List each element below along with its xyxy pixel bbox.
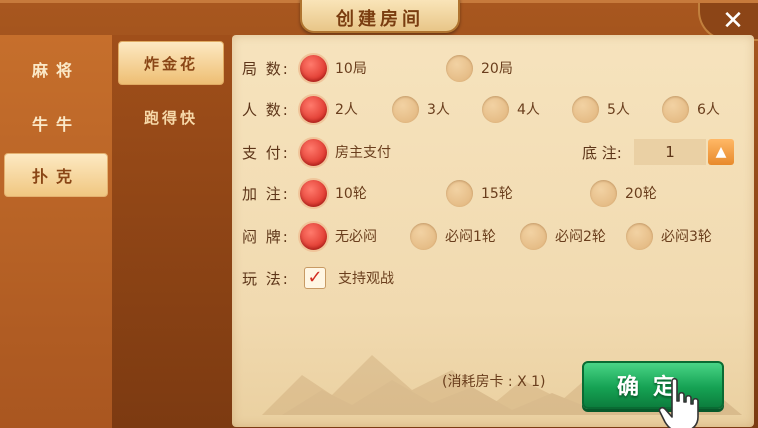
payment-label: 支 付: (242, 143, 290, 162)
option-label: 20轮 (625, 186, 657, 202)
option-label: 5人 (607, 102, 630, 118)
blind-option-2[interactable]: 必闷2轮 (520, 221, 606, 251)
option-label: 10局 (335, 61, 367, 77)
spectate-checkbox-option[interactable]: ✓ 支持观战 (304, 263, 394, 293)
dialog-title: 创建房间 (336, 9, 424, 30)
radio-icon (520, 222, 547, 250)
option-label: 房主支付 (335, 145, 391, 161)
raise-row: 加 注: 10轮 15轮 20轮 (242, 178, 742, 208)
option-label: 6人 (697, 102, 720, 118)
close-icon: ✕ (722, 6, 744, 36)
payment-row: 支 付: 房主支付 底 注: 1 ▲ (242, 137, 742, 167)
raise-option-10[interactable]: 10轮 (300, 178, 367, 208)
category-niuniu[interactable]: 牛牛 (4, 101, 108, 145)
option-label: 4人 (517, 102, 540, 118)
dialog-frame: 创建房间 ✕ 麻将 牛牛 扑克 炸金花 跑得快 局 数: 10局 20局 人 数… (0, 0, 758, 428)
chevron-up-icon: ▲ (715, 144, 727, 160)
option-label: 无必闷 (335, 229, 377, 245)
blind-option-3[interactable]: 必闷3轮 (626, 221, 712, 251)
rounds-option-20[interactable]: 20局 (446, 53, 513, 83)
category-sidebar: 麻将 牛牛 扑克 (0, 35, 112, 428)
radio-icon (662, 95, 689, 123)
room-card-cost: (消耗房卡 : X 1) (442, 374, 546, 390)
option-label: 15轮 (481, 186, 513, 202)
option-label: 必闷1轮 (445, 229, 496, 245)
payment-option-owner[interactable]: 房主支付 (300, 137, 391, 167)
option-label: 必闷3轮 (661, 229, 712, 245)
blind-option-1[interactable]: 必闷1轮 (410, 221, 496, 251)
title-plate: 创建房间 (300, 0, 460, 33)
players-option-2[interactable]: 2人 (300, 94, 358, 124)
pointing-hand-icon (658, 377, 699, 428)
play-row: 玩 法: ✓ 支持观战 (242, 263, 742, 293)
radio-icon (590, 179, 617, 207)
option-label: 3人 (427, 102, 450, 118)
players-label: 人 数: (242, 100, 290, 119)
rounds-label: 局 数: (242, 59, 290, 78)
players-option-6[interactable]: 6人 (662, 94, 720, 124)
base-bet-up-button[interactable]: ▲ (708, 139, 734, 165)
players-row: 人 数: 2人 3人 4人 5人 6人 (242, 94, 742, 124)
radio-icon (446, 54, 473, 82)
players-option-3[interactable]: 3人 (392, 94, 450, 124)
option-label: 20局 (481, 61, 513, 77)
blind-option-none[interactable]: 无必闷 (300, 221, 377, 251)
play-label: 玩 法: (242, 269, 290, 288)
rounds-option-10[interactable]: 10局 (300, 53, 367, 83)
radio-selected-icon (300, 95, 327, 123)
option-label: 2人 (335, 102, 358, 118)
checkmark-icon: ✓ (304, 267, 326, 289)
radio-selected-icon (300, 138, 327, 166)
radio-icon (482, 95, 509, 123)
radio-icon (410, 222, 437, 250)
confirm-button[interactable]: 确定 (582, 361, 724, 409)
base-bet-label: 底 注: (582, 143, 622, 162)
radio-icon (446, 179, 473, 207)
rounds-row: 局 数: 10局 20局 (242, 53, 742, 83)
radio-selected-icon (300, 179, 327, 207)
category-mahjong[interactable]: 麻将 (4, 47, 108, 91)
raise-label: 加 注: (242, 184, 290, 203)
players-option-5[interactable]: 5人 (572, 94, 630, 124)
game-type-sidebar: 炸金花 跑得快 (112, 35, 232, 428)
option-label: 必闷2轮 (555, 229, 606, 245)
option-label: 支持观战 (338, 271, 394, 287)
radio-icon (392, 95, 419, 123)
option-label: 10轮 (335, 186, 367, 202)
raise-option-15[interactable]: 15轮 (446, 178, 513, 208)
radio-icon (626, 222, 653, 250)
base-bet-value: 1 (634, 139, 706, 165)
game-type-paodekuai[interactable]: 跑得快 (118, 95, 224, 139)
radio-selected-icon (300, 222, 327, 250)
game-type-zhajinhua[interactable]: 炸金花 (118, 41, 224, 85)
blind-row: 闷 牌: 无必闷 必闷1轮 必闷2轮 必闷3轮 (242, 221, 742, 251)
radio-icon (572, 95, 599, 123)
raise-option-20[interactable]: 20轮 (590, 178, 657, 208)
blind-label: 闷 牌: (242, 227, 290, 246)
players-option-4[interactable]: 4人 (482, 94, 540, 124)
radio-selected-icon (300, 54, 327, 82)
settings-panel: 局 数: 10局 20局 人 数: 2人 3人 4人 5人 6人 支 付: 房主… (232, 35, 754, 428)
category-poker[interactable]: 扑克 (4, 153, 108, 197)
